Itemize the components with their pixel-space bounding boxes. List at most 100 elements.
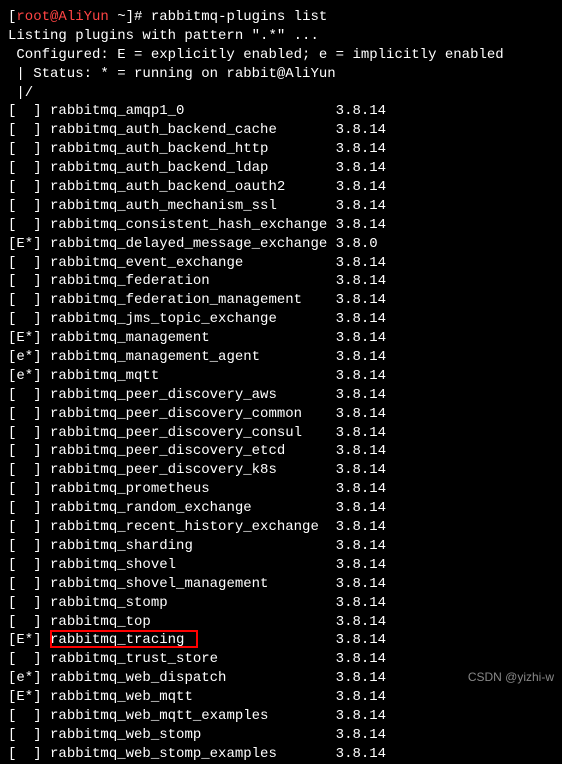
plugin-name: rabbitmq_trust_store — [50, 651, 218, 667]
plugin-row: [ ] rabbitmq_peer_discovery_consul 3.8.1… — [8, 424, 554, 443]
plugin-name: rabbitmq_federation_management — [50, 292, 302, 308]
plugin-row: [ ] rabbitmq_trust_store 3.8.14 — [8, 650, 554, 669]
plugin-row: [ ] rabbitmq_recent_history_exchange 3.8… — [8, 518, 554, 537]
plugin-name: rabbitmq_auth_backend_http — [50, 141, 268, 157]
plugin-flags: [ ] — [8, 179, 42, 195]
plugin-row: [E*] rabbitmq_delayed_message_exchange 3… — [8, 235, 554, 254]
plugin-name: rabbitmq_web_mqtt — [50, 689, 193, 705]
plugin-version: 3.8.14 — [336, 387, 386, 403]
plugin-flags: [ ] — [8, 387, 42, 403]
plugin-row: [ ] rabbitmq_event_exchange 3.8.14 — [8, 254, 554, 273]
plugin-row: [ ] rabbitmq_auth_backend_ldap 3.8.14 — [8, 159, 554, 178]
plugin-version: 3.8.14 — [336, 708, 386, 724]
plugin-name: rabbitmq_peer_discovery_common — [50, 406, 302, 422]
plugin-version: 3.8.14 — [336, 746, 386, 762]
plugin-version: 3.8.14 — [336, 519, 386, 535]
plugin-version: 3.8.14 — [336, 538, 386, 554]
plugin-flags: [ ] — [8, 292, 42, 308]
plugin-flags: [E*] — [8, 632, 42, 648]
plugin-row: [ ] rabbitmq_peer_discovery_aws 3.8.14 — [8, 386, 554, 405]
plugin-row: [ ] rabbitmq_auth_mechanism_ssl 3.8.14 — [8, 197, 554, 216]
plugin-version: 3.8.14 — [336, 292, 386, 308]
prompt-user-host: root@AliYun — [16, 9, 108, 25]
plugin-name: rabbitmq_web_dispatch — [50, 670, 226, 686]
plugin-flags: [ ] — [8, 538, 42, 554]
plugin-name: rabbitmq_auth_backend_cache — [50, 122, 277, 138]
plugin-row: [ ] rabbitmq_peer_discovery_etcd 3.8.14 — [8, 442, 554, 461]
plugin-row: [ ] rabbitmq_random_exchange 3.8.14 — [8, 499, 554, 518]
plugin-flags: [ ] — [8, 651, 42, 667]
plugin-name: rabbitmq_top — [50, 614, 151, 630]
plugin-row: [ ] rabbitmq_web_mqtt_examples 3.8.14 — [8, 707, 554, 726]
plugin-version: 3.8.14 — [336, 425, 386, 441]
plugin-flags: [ ] — [8, 217, 42, 233]
plugin-flags: [ ] — [8, 255, 42, 271]
plugin-name: rabbitmq_auth_mechanism_ssl — [50, 198, 277, 214]
plugin-version: 3.8.14 — [336, 368, 386, 384]
plugin-flags: [ ] — [8, 160, 42, 176]
plugin-name: rabbitmq_consistent_hash_exchange — [50, 217, 327, 233]
plugin-name: rabbitmq_auth_backend_ldap — [50, 160, 268, 176]
plugin-version: 3.8.14 — [336, 198, 386, 214]
plugin-name: rabbitmq_federation — [50, 273, 210, 289]
output-header-2: Configured: E = explicitly enabled; e = … — [8, 46, 554, 65]
plugin-name: rabbitmq_shovel_management — [50, 576, 268, 592]
plugin-version: 3.8.14 — [336, 103, 386, 119]
plugin-version: 3.8.14 — [336, 160, 386, 176]
plugin-name: rabbitmq_peer_discovery_aws — [50, 387, 277, 403]
plugin-version: 3.8.14 — [336, 122, 386, 138]
plugin-flags: [ ] — [8, 198, 42, 214]
plugin-row: [E*] rabbitmq_tracing 3.8.14 — [8, 631, 554, 650]
plugin-version: 3.8.14 — [336, 217, 386, 233]
plugin-row: [ ] rabbitmq_web_stomp_examples 3.8.14 — [8, 745, 554, 764]
plugin-name: rabbitmq_stomp — [50, 595, 168, 611]
plugin-name: rabbitmq_peer_discovery_k8s — [50, 462, 277, 478]
plugin-flags: [E*] — [8, 689, 42, 705]
plugin-name: rabbitmq_delayed_message_exchange — [50, 236, 327, 252]
plugin-flags: [ ] — [8, 519, 42, 535]
plugin-version: 3.8.14 — [336, 311, 386, 327]
plugin-name: rabbitmq_auth_backend_oauth2 — [50, 179, 285, 195]
plugin-version: 3.8.14 — [336, 462, 386, 478]
plugin-name: rabbitmq_web_stomp — [50, 727, 201, 743]
plugin-flags: [ ] — [8, 727, 42, 743]
plugin-name: rabbitmq_shovel — [50, 557, 176, 573]
plugin-row: [E*] rabbitmq_web_mqtt 3.8.14 — [8, 688, 554, 707]
plugin-row: [ ] rabbitmq_web_stomp 3.8.14 — [8, 726, 554, 745]
terminal-prompt: [root@AliYun ~]# rabbitmq-plugins list — [8, 8, 554, 27]
plugin-name: rabbitmq_management_agent — [50, 349, 260, 365]
plugin-name: rabbitmq_peer_discovery_consul — [50, 425, 302, 441]
plugin-row: [ ] rabbitmq_shovel 3.8.14 — [8, 556, 554, 575]
plugin-row: [ ] rabbitmq_jms_topic_exchange 3.8.14 — [8, 310, 554, 329]
plugin-name: rabbitmq_recent_history_exchange — [50, 519, 319, 535]
plugin-name: rabbitmq_jms_topic_exchange — [50, 311, 277, 327]
plugin-row: [E*] rabbitmq_management 3.8.14 — [8, 329, 554, 348]
plugin-row: [e*] rabbitmq_mqtt 3.8.14 — [8, 367, 554, 386]
plugin-name: rabbitmq_tracing — [50, 632, 184, 648]
plugin-name: rabbitmq_sharding — [50, 538, 193, 554]
plugin-row: [ ] rabbitmq_shovel_management 3.8.14 — [8, 575, 554, 594]
plugin-row: [ ] rabbitmq_amqp1_0 3.8.14 — [8, 102, 554, 121]
output-header-1: Listing plugins with pattern ".*" ... — [8, 27, 554, 46]
plugin-list: [ ] rabbitmq_amqp1_0 3.8.14[ ] rabbitmq_… — [8, 102, 554, 763]
plugin-name: rabbitmq_amqp1_0 — [50, 103, 184, 119]
plugin-version: 3.8.14 — [336, 330, 386, 346]
plugin-flags: [ ] — [8, 595, 42, 611]
plugin-flags: [ ] — [8, 576, 42, 592]
plugin-version: 3.8.14 — [336, 632, 386, 648]
plugin-version: 3.8.14 — [336, 689, 386, 705]
plugin-version: 3.8.14 — [336, 651, 386, 667]
output-header-3: | Status: * = running on rabbit@AliYun — [8, 65, 554, 84]
plugin-version: 3.8.14 — [336, 481, 386, 497]
plugin-flags: [ ] — [8, 500, 42, 516]
plugin-row: [ ] rabbitmq_peer_discovery_k8s 3.8.14 — [8, 461, 554, 480]
plugin-version: 3.8.14 — [336, 595, 386, 611]
plugin-version: 3.8.14 — [336, 349, 386, 365]
plugin-flags: [ ] — [8, 311, 42, 327]
plugin-version: 3.8.14 — [336, 576, 386, 592]
watermark: CSDN @yizhi-w — [468, 669, 554, 685]
plugin-name: rabbitmq_peer_discovery_etcd — [50, 443, 285, 459]
plugin-flags: [ ] — [8, 141, 42, 157]
plugin-row: [ ] rabbitmq_consistent_hash_exchange 3.… — [8, 216, 554, 235]
plugin-flags: [ ] — [8, 708, 42, 724]
